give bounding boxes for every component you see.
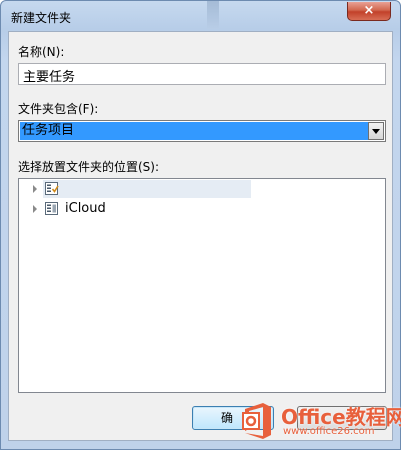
window-title: 新建文件夹: [11, 11, 72, 25]
tree-item-highlight: [43, 180, 251, 198]
tree-item-label: iCloud: [65, 201, 106, 216]
tree-item[interactable]: iCloud: [19, 199, 385, 219]
dropdown-arrow-icon[interactable]: [368, 122, 384, 140]
office-logo-icon: [242, 403, 271, 439]
new-folder-dialog: 新建文件夹 × 名称(N): 主要任务 文件夹包含(F): 任务项目 选择放置文…: [0, 0, 401, 450]
name-input[interactable]: 主要任务: [18, 63, 386, 85]
tree-item[interactable]: [19, 179, 385, 199]
name-label: 名称(N):: [18, 45, 65, 59]
expand-arrow-icon[interactable]: [33, 205, 37, 213]
location-label: 选择放置文件夹的位置(S):: [18, 160, 160, 174]
dialog-body: 名称(N): 主要任务 文件夹包含(F): 任务项目 选择放置文件夹的位置(S)…: [8, 31, 393, 441]
store-icon: [45, 202, 58, 215]
title-bar-decoration: [207, 1, 219, 29]
folder-contains-selected: 任务项目: [20, 122, 368, 140]
expand-arrow-icon[interactable]: [33, 185, 37, 193]
watermark: Office教程网 www.office26.com: [237, 399, 401, 445]
folder-contains-select[interactable]: 任务项目: [18, 120, 386, 142]
folder-contains-label: 文件夹包含(F):: [18, 102, 99, 116]
folder-location-tree[interactable]: iCloud: [18, 178, 386, 393]
task-folder-icon: [45, 182, 59, 195]
watermark-url: www.office26.com: [283, 426, 375, 437]
close-button[interactable]: ×: [347, 2, 391, 21]
title-bar: 新建文件夹 ×: [1, 1, 400, 31]
